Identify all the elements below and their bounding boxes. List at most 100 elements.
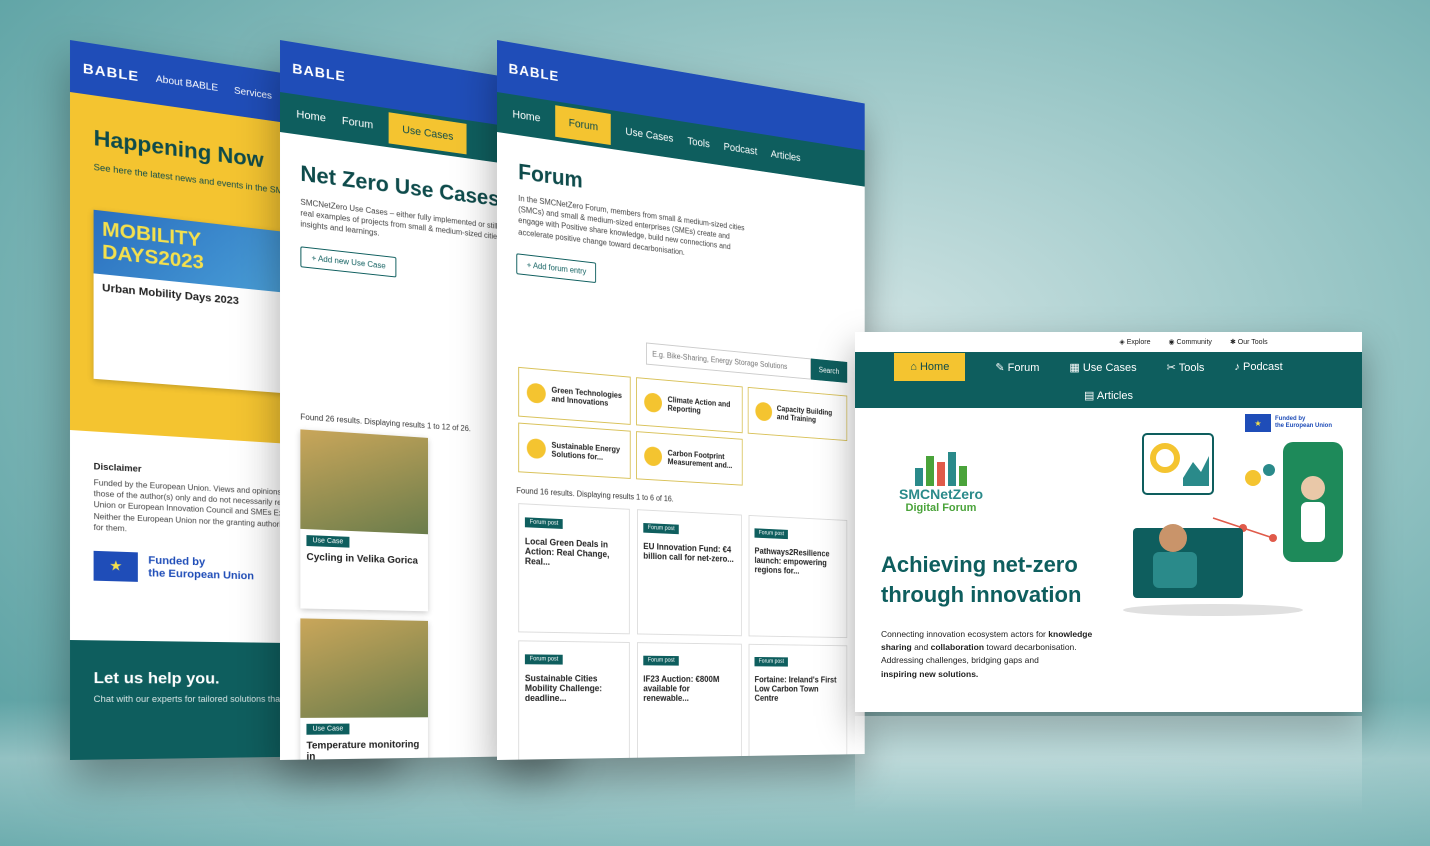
topic-card[interactable]: Carbon Footprint Measurement and...	[636, 430, 743, 486]
nav-podcast-label: Podcast	[1242, 361, 1283, 373]
use-case-card[interactable]: Use Case Temperature monitoring in	[300, 617, 428, 760]
chat-icon: ✎	[995, 361, 1005, 374]
post-title[interactable]: EU Innovation Fund: €4 billion call for …	[643, 541, 736, 564]
funded-line-1: Funded by	[1275, 415, 1306, 422]
post-title[interactable]: Sustainable Cities Mobility Challenge: d…	[525, 673, 624, 703]
brand-name: SMCNetZero	[898, 486, 983, 502]
use-case-card[interactable]: Use Case Cycling in Velika Gorica	[300, 428, 428, 611]
collaboration-illustration	[1123, 433, 1343, 616]
topic-label: Carbon Footprint Measurement and...	[667, 448, 733, 470]
topic-card[interactable]: Green Technologies and Innovations	[518, 366, 631, 425]
nav-articles[interactable]: Articles	[771, 149, 801, 165]
topic-icon	[644, 445, 663, 467]
nav-tools-label: Tools	[1178, 361, 1205, 374]
wrench-icon: ✂	[1166, 361, 1176, 374]
use-case-title[interactable]: Cycling in Velika Gorica	[300, 551, 428, 567]
bable-logo[interactable]: BABLE	[83, 60, 139, 84]
post-title[interactable]: IF23 Auction: €800M available for renewa…	[643, 674, 736, 703]
post-tag: Forum post	[524, 517, 564, 529]
util-tools-label: Our Tools	[1237, 339, 1268, 346]
post-card[interactable]: Forum post EU Innovation Fund: €4 billion…	[637, 508, 742, 637]
topic-label: Climate Action and Reporting	[667, 394, 731, 415]
topic-icon	[526, 382, 546, 404]
nav-services[interactable]: Services	[234, 85, 272, 101]
util-community-label: Community	[1176, 339, 1212, 346]
brand-subtitle: Digital Forum	[905, 502, 977, 514]
compass-icon: ◈	[1119, 339, 1125, 346]
topic-card[interactable]: Climate Action and Reporting	[636, 376, 743, 433]
hero-intro: Connecting innovation ecosystem actors f…	[881, 629, 1093, 679]
panel-home: ◈ Explore ◉ Community ✱ Our Tools ⌂ Home…	[855, 332, 1362, 712]
post-tag: Forum post	[643, 655, 680, 666]
tools-icon: ✱	[1229, 339, 1236, 346]
panel-forum: BABLE Home Forum Use Cases Tools Podcast…	[497, 40, 865, 760]
building-icon: ▦	[1069, 361, 1080, 374]
community-icon: ◉	[1168, 339, 1175, 346]
nav-forum[interactable]: ✎ Forum	[995, 361, 1039, 374]
topic-icon	[644, 392, 663, 413]
post-card[interactable]: Forum post IF23 Auction: €800M available …	[637, 641, 742, 760]
utility-bar: ◈ Explore ◉ Community ✱ Our Tools	[855, 332, 1362, 352]
funded-line-2: the European Union	[148, 567, 254, 583]
nav-forum[interactable]: Forum	[555, 105, 611, 146]
search-button[interactable]: Search	[810, 358, 848, 383]
newspaper-icon: ▤	[1084, 389, 1095, 402]
post-title[interactable]: Fortaine: Ireland's First Low Carbon Tow…	[754, 674, 841, 702]
topic-grid: Green Technologies and Innovations Clima…	[518, 366, 848, 492]
use-case-tag: Use Case	[306, 723, 350, 735]
mockup-stage: BABLE About BABLE Services Happening Now…	[0, 0, 1430, 846]
util-tools[interactable]: ✱ Our Tools	[1230, 338, 1268, 346]
use-case-tag: Use Case	[306, 534, 350, 548]
nav-use-cases[interactable]: Use Cases	[625, 126, 673, 145]
nav-use-cases-label: Use Cases	[1082, 361, 1137, 374]
post-card[interactable]: Forum post Pathways2Resilience launch: em…	[748, 514, 848, 638]
nav-use-cases[interactable]: ▦ Use Cases	[1069, 361, 1136, 374]
nav-home[interactable]: Home	[296, 108, 326, 124]
nav-forum[interactable]: Forum	[342, 115, 373, 131]
bable-logo[interactable]: BABLE	[509, 60, 560, 84]
nav-home[interactable]: ⌂ Home	[894, 353, 966, 381]
topic-card[interactable]: Sustainable Energy Solutions for...	[518, 422, 631, 479]
use-case-title[interactable]: Temperature monitoring in	[300, 739, 428, 760]
post-title[interactable]: Pathways2Resilience launch: empowering r…	[754, 546, 841, 577]
topic-label: Green Technologies and Innovations	[551, 385, 622, 408]
main-nav: ⌂ Home ✎ Forum ▦ Use Cases ✂ Tools ♪ Pod…	[855, 352, 1362, 408]
post-tag: Forum post	[754, 528, 789, 539]
add-forum-entry-button[interactable]: + Add forum entry	[516, 253, 597, 283]
util-explore-label: Explore	[1126, 339, 1151, 346]
topic-card[interactable]: Capacity Building and Training	[747, 386, 848, 441]
post-tag: Forum post	[643, 522, 680, 534]
nav-articles[interactable]: ▤ Articles	[1084, 389, 1133, 402]
nav-home[interactable]: Home	[512, 108, 540, 124]
search-bar: Search	[645, 342, 848, 383]
nav-podcast[interactable]: ♪ Podcast	[1234, 361, 1282, 373]
post-title[interactable]: Local Green Deals in Action: Real Change…	[525, 536, 624, 569]
eu-flag-icon: ★	[93, 550, 138, 582]
hero-headline: Achieving net-zero through innovation	[881, 552, 1082, 607]
topic-icon	[755, 401, 772, 422]
post-grid: Forum post Local Green Deals in Action: R…	[518, 502, 848, 760]
nav-articles-label: Articles	[1096, 389, 1133, 402]
bable-logo[interactable]: BABLE	[292, 60, 345, 84]
nav-about[interactable]: About BABLE	[156, 73, 218, 93]
post-tag: Forum post	[524, 654, 564, 665]
topic-icon	[526, 437, 546, 459]
topic-label: Sustainable Energy Solutions for...	[551, 440, 621, 462]
post-card[interactable]: Forum post Sustainable Cities Mobility Ch…	[518, 640, 630, 760]
nav-use-cases[interactable]: Use Cases	[388, 112, 467, 155]
event-card[interactable]: MOBILITY DAYS2023 Urban Mobility Days 20…	[93, 209, 287, 394]
nav-podcast[interactable]: Podcast	[724, 141, 758, 157]
nav-tools[interactable]: ✂ Tools	[1167, 361, 1205, 374]
microphone-icon: ♪	[1234, 361, 1240, 373]
front-panel-reflection	[855, 716, 1362, 816]
nav-tools[interactable]: Tools	[687, 136, 709, 151]
skyline-icon	[881, 450, 1001, 486]
search-input[interactable]	[645, 342, 811, 380]
post-card[interactable]: Forum post Local Green Deals in Action: R…	[518, 502, 630, 635]
post-card[interactable]: Forum post Fortaine: Ireland's First Low …	[748, 643, 848, 760]
util-explore[interactable]: ◈ Explore	[1119, 338, 1150, 346]
add-use-case-button[interactable]: + Add new Use Case	[300, 245, 397, 278]
util-community[interactable]: ◉ Community	[1168, 338, 1211, 346]
use-case-image	[300, 428, 428, 534]
nav-home-label: Home	[919, 361, 950, 373]
